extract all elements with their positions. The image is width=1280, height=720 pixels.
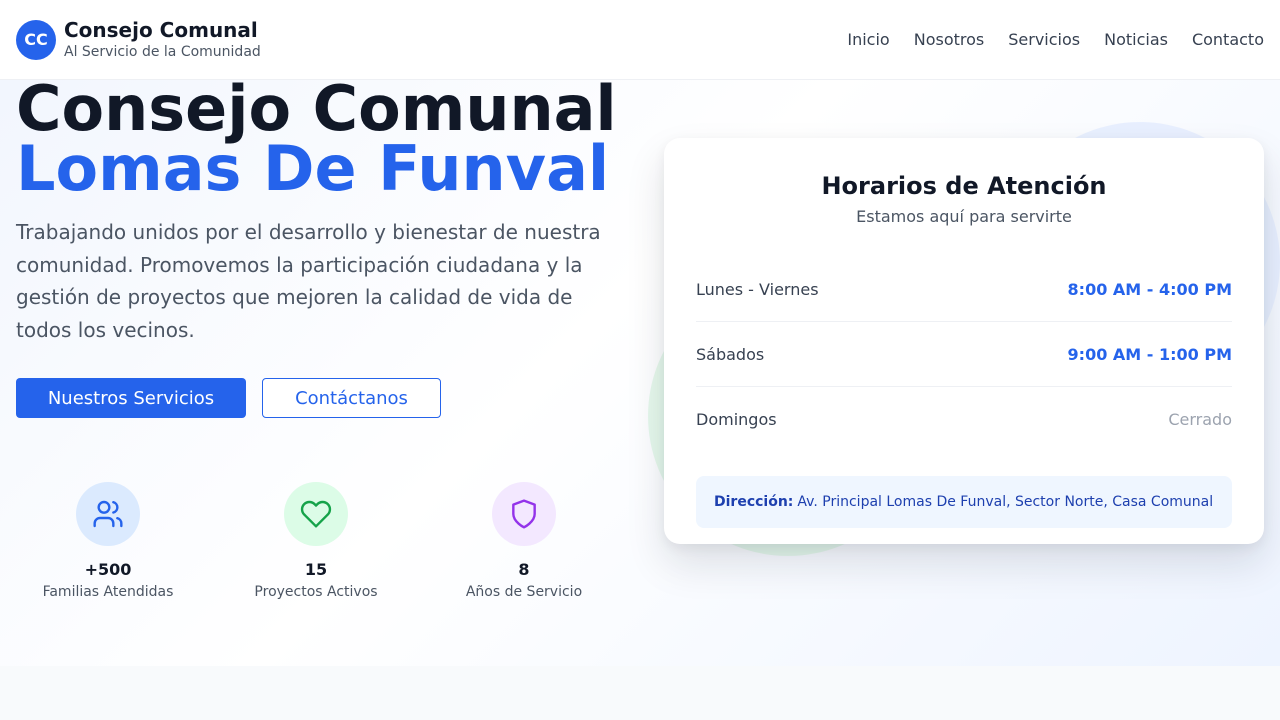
brand-subtitle: Al Servicio de la Comunidad <box>64 43 261 60</box>
nav-contacto[interactable]: Contacto <box>1192 30 1264 49</box>
schedule-list: Lunes - Viernes 8:00 AM - 4:00 PM Sábado… <box>696 257 1232 452</box>
nav-nosotros[interactable]: Nosotros <box>914 30 985 49</box>
schedule-day: Lunes - Viernes <box>696 279 819 299</box>
contact-button[interactable]: Contáctanos <box>262 378 441 418</box>
address-label: Dirección: <box>714 494 794 510</box>
stat-families: +500 Familias Atendidas <box>4 482 212 601</box>
schedule-day: Domingos <box>696 410 777 429</box>
address-box: Dirección: Av. Principal Lomas De Funval… <box>696 476 1232 528</box>
schedule-hours: 9:00 AM - 1:00 PM <box>1067 344 1232 364</box>
nav-inicio[interactable]: Inicio <box>847 30 889 49</box>
schedule-hours: 8:00 AM - 4:00 PM <box>1067 279 1232 299</box>
stat-value: 15 <box>304 560 328 579</box>
stat-label: Proyectos Activos <box>254 584 378 600</box>
hero-description: Trabajando unidos por el desarrollo y bi… <box>16 220 601 342</box>
schedule-hours-closed: Cerrado <box>1168 410 1232 429</box>
stat-label: Años de Servicio <box>465 584 583 600</box>
main-nav: Inicio Nosotros Servicios Noticias Conta… <box>847 30 1264 49</box>
heart-icon <box>284 482 348 546</box>
hero-section: Consejo Comunal Lomas De Funval Trabajan… <box>0 80 1280 666</box>
schedule-row: Lunes - Viernes 8:00 AM - 4:00 PM <box>696 257 1232 322</box>
schedule-subtitle: Estamos aquí para servirte <box>856 207 1072 226</box>
shield-icon <box>492 482 556 546</box>
stat-projects: 15 Proyectos Activos <box>212 482 420 601</box>
site-header: CC Consejo Comunal Al Servicio de la Com… <box>0 0 1280 80</box>
brand-title: Consejo Comunal <box>64 17 258 42</box>
brand-text: Consejo Comunal Al Servicio de la Comuni… <box>64 18 261 62</box>
next-section <box>0 666 1280 720</box>
logo: CC <box>16 19 56 60</box>
nav-servicios[interactable]: Servicios <box>1008 30 1080 49</box>
nav-noticias[interactable]: Noticias <box>1104 30 1168 49</box>
hero-title-highlight: Lomas De Funval <box>16 132 610 205</box>
hero-title: Consejo Comunal <box>16 80 617 145</box>
brand[interactable]: CC Consejo Comunal Al Servicio de la Com… <box>16 18 261 62</box>
stat-value: 8 <box>518 560 530 579</box>
services-button[interactable]: Nuestros Servicios <box>16 378 246 418</box>
stat-label: Familias Atendidas <box>42 584 174 600</box>
users-icon <box>76 482 140 546</box>
schedule-title: Horarios de Atención <box>821 172 1107 200</box>
address-value: Av. Principal Lomas De Funval, Sector No… <box>797 494 1214 510</box>
stat-value: +500 <box>84 560 132 579</box>
schedule-row: Sábados 9:00 AM - 1:00 PM <box>696 322 1232 387</box>
stat-years: 8 Años de Servicio <box>420 482 628 601</box>
schedule-day: Sábados <box>696 344 765 364</box>
schedule-card: Horarios de Atención Estamos aquí para s… <box>664 138 1264 544</box>
schedule-row: Domingos Cerrado <box>696 387 1232 452</box>
